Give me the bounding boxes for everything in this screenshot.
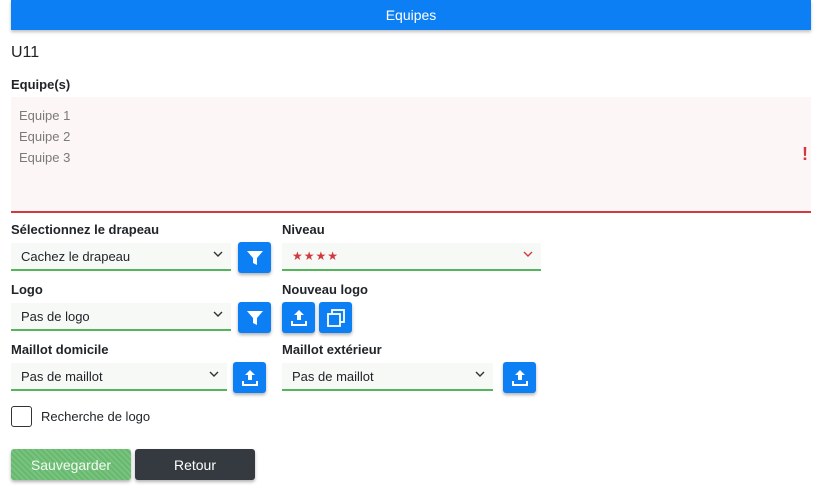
gallery-icon [326, 308, 345, 327]
home-jersey-select[interactable]: Pas de maillot [11, 363, 227, 391]
teams-textarea[interactable]: Equipe 1 Equipe 2 Equipe 3 ! [11, 97, 811, 213]
logo-search-checkbox[interactable] [11, 406, 32, 427]
logo-select-value: Pas de logo [21, 308, 90, 324]
flag-filter-button[interactable] [238, 242, 271, 273]
logo-label: Logo [11, 282, 43, 297]
team-line: Equipe 2 [19, 129, 71, 144]
upload-away-jersey-button[interactable] [503, 362, 536, 393]
away-jersey-select[interactable]: Pas de maillot [282, 363, 493, 391]
logo-search-label: Recherche de logo [41, 409, 151, 424]
level-select[interactable]: ★★★★ [282, 243, 541, 271]
level-label: Niveau [282, 222, 325, 237]
filter-icon [246, 250, 263, 265]
new-logo-label: Nouveau logo [282, 282, 368, 297]
flag-select[interactable]: Cachez le drapeau [11, 243, 231, 271]
filter-icon [246, 310, 263, 325]
away-jersey-value: Pas de maillot [292, 368, 374, 384]
logo-filter-button[interactable] [238, 302, 271, 333]
home-jersey-value: Pas de maillot [21, 368, 103, 384]
logo-gallery-button[interactable] [319, 302, 352, 333]
teams-label: Equipe(s) [11, 77, 71, 92]
back-button[interactable]: Retour [135, 449, 255, 480]
upload-icon [511, 369, 528, 386]
save-button[interactable]: Sauvegarder [11, 449, 131, 480]
away-jersey-label: Maillot extérieur [282, 342, 382, 357]
flag-select-value: Cachez le drapeau [21, 248, 131, 264]
page-title: Equipes [385, 7, 437, 23]
chevron-down-icon [475, 371, 485, 377]
team-line: Equipe 1 [19, 108, 71, 123]
chevron-down-icon [523, 251, 533, 257]
upload-icon [241, 369, 258, 386]
home-jersey-label: Maillot domicile [11, 342, 109, 357]
chevron-down-icon [213, 311, 223, 317]
page-header: Equipes [11, 0, 811, 30]
category-title: U11 [11, 44, 40, 61]
flag-label: Sélectionnez le drapeau [11, 222, 160, 237]
chevron-down-icon [213, 251, 223, 257]
validation-warning-icon: ! [802, 144, 808, 164]
logo-select[interactable]: Pas de logo [11, 303, 231, 331]
upload-home-jersey-button[interactable] [233, 362, 266, 393]
level-stars: ★★★★ [292, 249, 340, 263]
team-line: Equipe 3 [19, 150, 71, 165]
chevron-down-icon [209, 371, 219, 377]
upload-icon [290, 309, 307, 326]
upload-logo-button[interactable] [282, 302, 315, 333]
